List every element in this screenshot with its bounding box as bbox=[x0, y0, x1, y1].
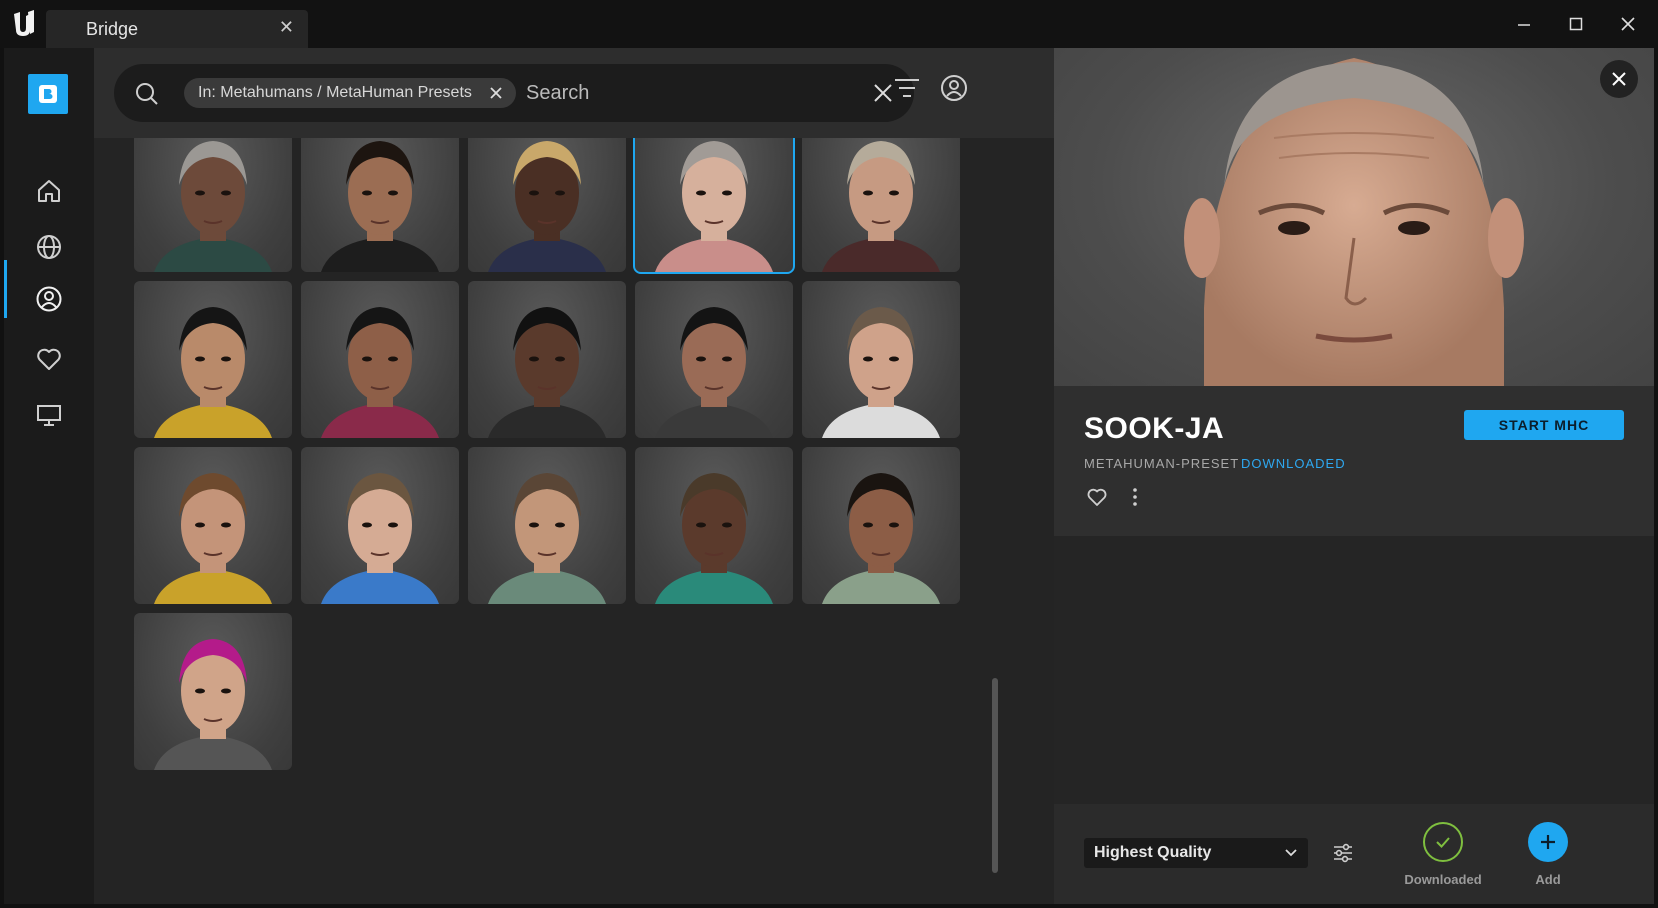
account-icon[interactable] bbox=[940, 74, 968, 102]
preset-thumbnail[interactable] bbox=[468, 281, 626, 438]
detail-footer: Highest Quality Downloaded Add bbox=[1054, 804, 1654, 904]
asset-status: DOWNLOADED bbox=[1241, 456, 1346, 471]
portrait-thumbnail-image bbox=[488, 141, 606, 272]
globe-icon bbox=[37, 235, 61, 259]
portrait-illustration bbox=[1184, 58, 1524, 386]
unreal-logo-icon bbox=[14, 10, 34, 36]
more-options-icon[interactable] bbox=[1124, 486, 1146, 508]
sidebar-item-metahumans[interactable] bbox=[4, 274, 94, 324]
monitor-icon bbox=[37, 405, 61, 426]
preset-thumbnail[interactable] bbox=[633, 113, 795, 274]
add-plus-icon bbox=[1528, 822, 1568, 862]
portrait-thumbnail-image bbox=[655, 141, 773, 272]
heart-icon bbox=[37, 348, 61, 370]
app-tab-bridge[interactable]: Bridge ✕ bbox=[46, 10, 308, 48]
portrait-thumbnail-image bbox=[154, 639, 272, 770]
portrait-thumbnail-image bbox=[154, 473, 272, 604]
downloaded-check-icon bbox=[1423, 822, 1463, 862]
search-bar: In: Metahumans / MetaHuman Presets bbox=[114, 64, 914, 122]
preset-thumbnail[interactable] bbox=[468, 115, 626, 272]
portrait-thumbnail-image bbox=[154, 307, 272, 438]
remove-filter-icon[interactable] bbox=[488, 85, 504, 101]
close-icon bbox=[1612, 72, 1626, 86]
portrait-thumbnail-image bbox=[822, 473, 940, 604]
preset-thumbnail[interactable] bbox=[468, 447, 626, 604]
asset-type: METAHUMAN-PRESET bbox=[1084, 456, 1240, 471]
preset-thumbnail[interactable] bbox=[802, 115, 960, 272]
asset-info: SOOK-JA METAHUMAN-PRESET DOWNLOADED STAR… bbox=[1054, 386, 1654, 536]
minimize-button[interactable] bbox=[1510, 12, 1538, 36]
title-bar: Bridge ✕ bbox=[0, 0, 1658, 48]
preset-thumbnail[interactable] bbox=[301, 447, 459, 604]
sidebar-item-local[interactable] bbox=[4, 390, 94, 440]
portrait-thumbnail-image bbox=[822, 307, 940, 438]
asset-title: SOOK-JA bbox=[1084, 412, 1225, 445]
preset-thumbnail[interactable] bbox=[635, 281, 793, 438]
detail-panel: SOOK-JA METAHUMAN-PRESET DOWNLOADED STAR… bbox=[1054, 48, 1654, 904]
portrait-thumbnail-image bbox=[655, 307, 773, 438]
scrollbar-thumb[interactable] bbox=[992, 678, 998, 873]
main-content: In: Metahumans / MetaHuman Presets bbox=[94, 48, 1054, 904]
add-label: Add bbox=[1535, 872, 1561, 887]
add-action[interactable]: Add bbox=[1503, 822, 1593, 887]
search-input[interactable] bbox=[526, 76, 826, 110]
preset-thumbnail[interactable] bbox=[635, 447, 793, 604]
sidebar bbox=[4, 48, 94, 904]
preset-thumbnail[interactable] bbox=[802, 447, 960, 604]
filter-icon[interactable] bbox=[894, 76, 920, 100]
portrait-thumbnail-image bbox=[655, 473, 773, 604]
preset-thumbnail[interactable] bbox=[301, 281, 459, 438]
portrait-thumbnail-image bbox=[321, 473, 439, 604]
close-tab-icon[interactable]: ✕ bbox=[279, 17, 294, 38]
preset-thumbnail[interactable] bbox=[301, 115, 459, 272]
sidebar-item-favorites[interactable] bbox=[4, 334, 94, 384]
quality-select[interactable]: Highest Quality bbox=[1084, 838, 1308, 868]
start-mhc-button[interactable]: START MHC bbox=[1464, 410, 1624, 440]
portrait-thumbnail-image bbox=[154, 141, 272, 272]
preset-thumbnail[interactable] bbox=[134, 115, 292, 272]
downloaded-label: Downloaded bbox=[1404, 872, 1482, 887]
filter-chip[interactable]: In: Metahumans / MetaHuman Presets bbox=[184, 78, 516, 108]
preview-image bbox=[1054, 48, 1654, 386]
search-icon[interactable] bbox=[134, 81, 160, 107]
maximize-button[interactable] bbox=[1562, 12, 1590, 36]
downloaded-action[interactable]: Downloaded bbox=[1398, 822, 1488, 887]
sidebar-item-home[interactable] bbox=[4, 166, 94, 216]
sidebar-item-globe[interactable] bbox=[4, 222, 94, 272]
favorite-heart-icon[interactable] bbox=[1086, 486, 1108, 508]
quality-value: Highest Quality bbox=[1094, 844, 1212, 861]
filter-chip-label: In: Metahumans / MetaHuman Presets bbox=[198, 84, 472, 101]
portrait-thumbnail-image bbox=[488, 307, 606, 438]
portrait-thumbnail-image bbox=[321, 141, 439, 272]
preset-thumbnail[interactable] bbox=[134, 447, 292, 604]
close-detail-button[interactable] bbox=[1600, 60, 1638, 98]
close-window-button[interactable] bbox=[1614, 12, 1642, 36]
detail-body bbox=[1054, 536, 1654, 826]
user-circle-icon bbox=[36, 286, 62, 312]
preset-thumbnail[interactable] bbox=[134, 281, 292, 438]
preset-thumbnail[interactable] bbox=[802, 281, 960, 438]
app-tab-label: Bridge bbox=[86, 19, 139, 39]
chevron-down-icon bbox=[1285, 849, 1297, 857]
portrait-thumbnail-image bbox=[822, 141, 940, 272]
portrait-thumbnail-image bbox=[321, 307, 439, 438]
home-icon bbox=[38, 180, 60, 202]
preset-thumbnail[interactable] bbox=[134, 613, 292, 770]
search-header: In: Metahumans / MetaHuman Presets bbox=[94, 48, 1054, 138]
clear-search-icon[interactable] bbox=[872, 82, 894, 104]
bridge-logo-icon[interactable] bbox=[28, 74, 68, 114]
sliders-settings-icon[interactable] bbox=[1332, 842, 1354, 864]
portrait-thumbnail-image bbox=[488, 473, 606, 604]
